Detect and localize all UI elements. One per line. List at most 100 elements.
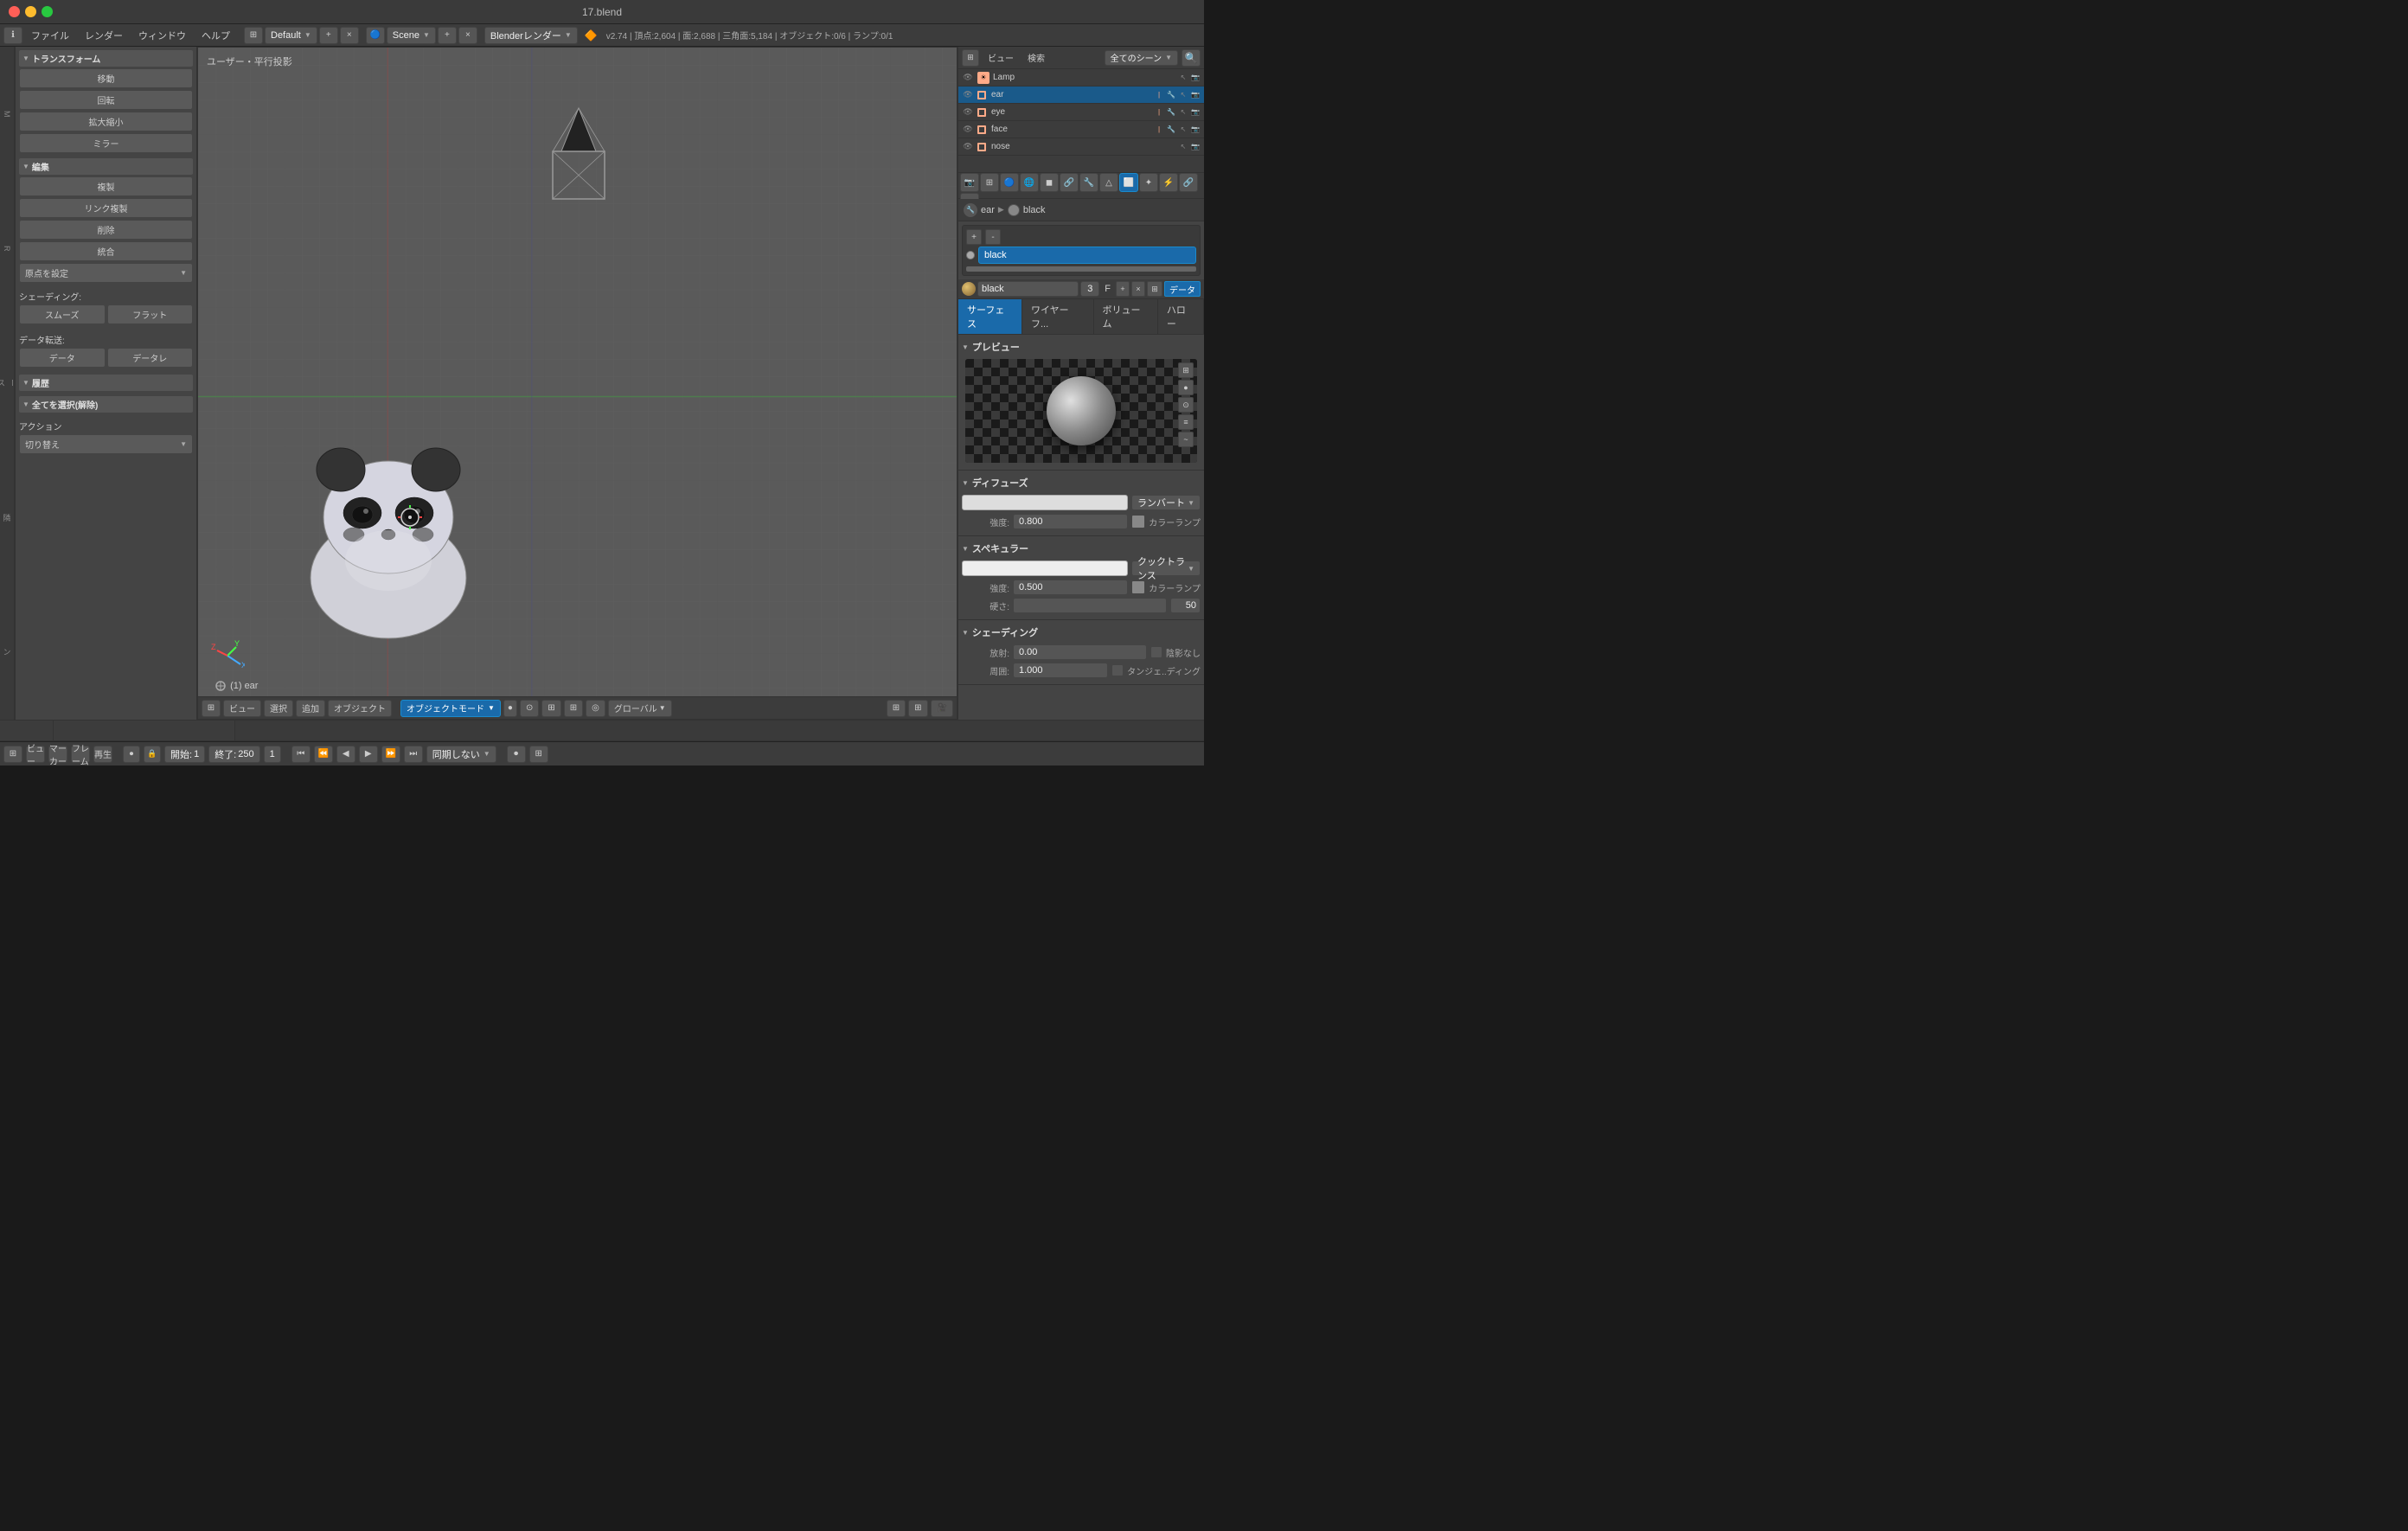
menu-window[interactable]: ウィンドウ <box>131 27 193 44</box>
menu-render[interactable]: レンダー <box>78 27 130 44</box>
sync-field[interactable]: 同期しない ▼ <box>426 746 496 763</box>
tangent-checkbox[interactable] <box>1111 664 1124 676</box>
preview-section-header[interactable]: プレビュー <box>962 338 1201 356</box>
duplicate-button[interactable]: 複製 <box>19 176 193 196</box>
info-icon-btn[interactable]: ℹ <box>3 27 22 44</box>
tl-skip-end-btn[interactable]: ⏭ <box>404 746 423 763</box>
viewport-view-btn[interactable]: ビュー <box>223 700 261 717</box>
viewport-select-btn[interactable]: 選択 <box>264 700 293 717</box>
render-props-icon[interactable]: 📷 <box>960 173 979 192</box>
preview-btn4[interactable]: ≡ <box>1178 414 1194 430</box>
material-name-ctrl[interactable]: black <box>977 281 1079 297</box>
object-props-icon[interactable]: ◼ <box>1040 173 1059 192</box>
nose-render-icon[interactable]: 📷 <box>1190 142 1201 152</box>
viewport-add-btn[interactable]: 追加 <box>296 700 325 717</box>
viewport-shade-btn[interactable]: ● <box>503 700 517 717</box>
layout-selector[interactable]: Default ▼ <box>265 27 317 44</box>
visibility-icon-nose[interactable]: 👁 <box>962 141 974 153</box>
data-re-button[interactable]: データレ <box>107 348 194 368</box>
preview-btn1[interactable]: ⊞ <box>1178 362 1194 378</box>
scene-selector[interactable]: Scene ▼ <box>387 27 436 44</box>
diffuse-intensity-field[interactable]: 0.800 <box>1013 514 1128 529</box>
flat-button[interactable]: フラット <box>107 304 194 324</box>
specular-hardness-field[interactable] <box>1013 598 1167 613</box>
select-all-header[interactable]: 全てを選択(解除) <box>19 396 193 413</box>
action-select[interactable]: 切り替え ▼ <box>19 434 193 454</box>
world-props-icon[interactable]: 🌐 <box>1020 173 1039 192</box>
specular-color-swatch[interactable] <box>962 561 1128 576</box>
window-controls[interactable] <box>9 6 53 17</box>
menu-help[interactable]: ヘルプ <box>195 27 237 44</box>
tl-play-forward-btn[interactable]: ▶ <box>359 746 378 763</box>
tl-keying-btn[interactable]: ⏺ <box>507 746 526 763</box>
specular-ramp-swatch[interactable] <box>1131 580 1145 594</box>
layers-props-icon[interactable]: ⊞ <box>980 173 999 192</box>
visibility-icon-face[interactable]: 👁 <box>962 124 974 136</box>
face-cursor-icon[interactable]: ↖ <box>1178 125 1188 135</box>
tl-play-btn[interactable]: 再生 <box>93 746 112 763</box>
eye-link-icon[interactable]: 🔧 <box>1166 107 1176 118</box>
ear-render-icon[interactable]: 📷 <box>1190 90 1201 100</box>
scene-icon[interactable]: 🔵 <box>366 27 385 44</box>
render-engine-selector[interactable]: Blenderレンダー ▼ <box>484 27 578 44</box>
scene-close-btn[interactable]: × <box>458 27 477 44</box>
mat-plus-btn[interactable]: + <box>1116 281 1130 297</box>
origin-select[interactable]: 原点を設定 ▼ <box>19 263 193 283</box>
tl-marker-btn[interactable]: マーカー <box>48 746 67 763</box>
mat-shading-header[interactable]: シェーディング <box>962 624 1201 641</box>
tl-lock-icon[interactable]: 🔒 <box>144 746 161 763</box>
ear-cursor-icon[interactable]: ↖ <box>1178 90 1188 100</box>
lamp-cursor-icon[interactable]: ↖ <box>1178 73 1188 83</box>
minimize-button[interactable] <box>25 6 36 17</box>
mirror-button[interactable]: ミラー <box>19 133 193 153</box>
diffuse-section-header[interactable]: ディフューズ <box>962 474 1201 491</box>
pivot-btn[interactable]: ⊙ <box>520 700 539 717</box>
layout-add-btn[interactable]: + <box>319 27 338 44</box>
tab-wire[interactable]: ワイヤーフ... <box>1022 299 1094 334</box>
preview-btn5[interactable]: ~ <box>1178 432 1194 447</box>
tab-surface[interactable]: サーフェス <box>958 299 1022 334</box>
history-header[interactable]: 履歴 <box>19 375 193 391</box>
specular-hardness-value[interactable]: 50 <box>1170 598 1201 613</box>
mat-x-btn[interactable]: × <box>1131 281 1145 297</box>
smooth-button[interactable]: スムーズ <box>19 304 106 324</box>
rotate-button[interactable]: 回転 <box>19 90 193 110</box>
tl-play-reverse-btn[interactable]: ◀ <box>336 746 355 763</box>
overlay-btn[interactable]: ⊞ <box>908 700 927 717</box>
global-selector[interactable]: グローバル ▼ <box>608 700 672 717</box>
tl-view-btn[interactable]: ビュー <box>26 746 45 763</box>
viewport-object-btn[interactable]: オブジェクト <box>328 700 392 717</box>
shadow-checkbox[interactable] <box>1150 646 1162 658</box>
layout-close-btn[interactable]: × <box>340 27 359 44</box>
data-props-icon[interactable]: △ <box>1099 173 1118 192</box>
eye-render-icon[interactable]: 📷 <box>1190 107 1201 118</box>
tl-skip-start-btn[interactable]: ⏮ <box>291 746 311 763</box>
outliner-item-nose[interactable]: 👁 nose ↖ 📷 <box>958 138 1204 156</box>
lamp-render-icon[interactable]: 📷 <box>1190 73 1201 83</box>
scene-selector[interactable]: 全てのシーン ▼ <box>1105 50 1178 66</box>
tl-next-frame-btn[interactable]: ⏩ <box>381 746 400 763</box>
mat-remove-btn[interactable]: - <box>985 229 1001 245</box>
eye-cursor-icon[interactable]: ↖ <box>1178 107 1188 118</box>
scene-add-btn[interactable]: + <box>438 27 457 44</box>
outliner-item-face[interactable]: 👁 face | 🔧 ↖ 📷 <box>958 121 1204 138</box>
tab-halo[interactable]: ハロー <box>1158 299 1204 334</box>
scene-props-icon[interactable]: 🔵 <box>1000 173 1019 192</box>
tab-volume[interactable]: ボリューム <box>1094 299 1158 334</box>
diffuse-color-swatch[interactable] <box>962 495 1128 510</box>
tl-extra-btn[interactable]: ⊞ <box>529 746 548 763</box>
preview-btn3[interactable]: ⊙ <box>1178 397 1194 413</box>
panel-type-icon[interactable]: ⊞ <box>962 49 979 67</box>
snap-btn2[interactable]: ⊞ <box>564 700 583 717</box>
snap-icon[interactable]: ⊞ <box>541 700 560 717</box>
start-frame-field[interactable]: 開始: 1 <box>164 746 205 763</box>
face-edit-icon[interactable]: | <box>1154 125 1164 135</box>
close-button[interactable] <box>9 6 20 17</box>
end-frame-field[interactable]: 終了: 250 <box>208 746 259 763</box>
face-link-icon[interactable]: 🔧 <box>1166 125 1176 135</box>
physics-props-icon[interactable]: ⚡ <box>1159 173 1178 192</box>
viewport-type-icon[interactable]: ⊞ <box>202 700 221 717</box>
search-icon[interactable]: 🔍 <box>1182 49 1201 67</box>
visibility-icon-ear[interactable]: 👁 <box>962 89 974 101</box>
tl-record-icon[interactable]: ⏺ <box>123 746 140 763</box>
